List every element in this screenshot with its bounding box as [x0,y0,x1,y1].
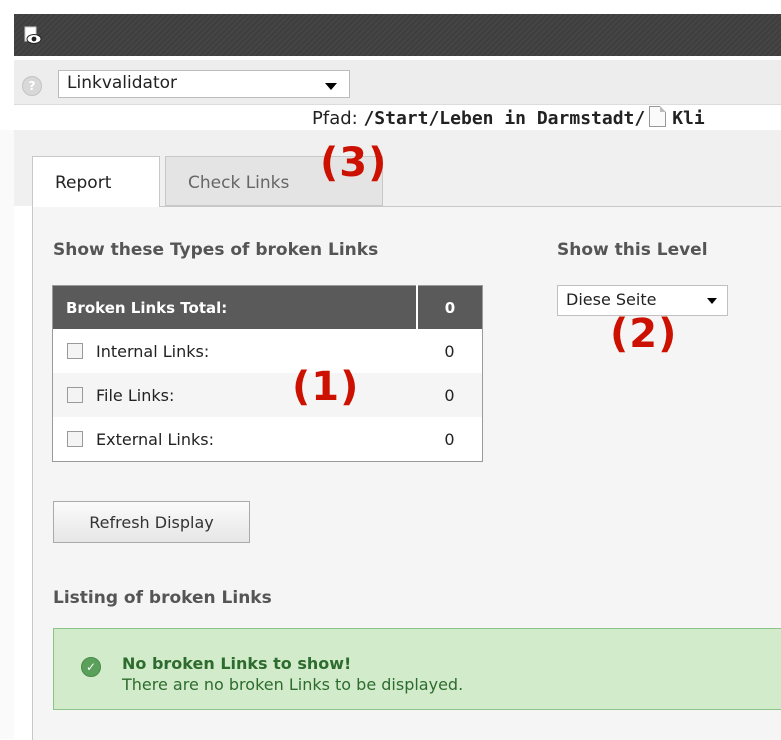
file-links-label: File Links: [96,385,175,405]
total-value: 0 [416,285,483,329]
help-icon[interactable]: ? [22,76,42,96]
external-links-checkbox[interactable] [67,430,83,447]
success-message: ✓ No broken Links to show! There are no … [53,628,781,710]
module-function-select[interactable]: Linkvalidator [58,70,350,98]
tab-report[interactable]: Report [32,156,160,207]
external-links-label: External Links: [96,429,214,449]
chevron-down-icon [325,83,337,90]
types-heading: Show these Types of broken Links [53,240,379,260]
refresh-display-button[interactable]: Refresh Display [53,501,250,543]
table-row: Internal Links: 0 [52,329,483,373]
path-page: Kli [672,108,705,129]
total-label: Broken Links Total: [52,285,417,329]
broken-links-table: Broken Links Total: 0 Internal Links: 0 … [52,285,483,462]
docheader-bar [14,14,781,56]
table-header-row: Broken Links Total: 0 [52,285,483,329]
top-bar [0,0,781,60]
breadcrumb: Pfad: /Start/Leben in Darmstadt/Kli [312,106,705,129]
check-circle-icon: ✓ [81,657,101,677]
callout-2: (2) [610,311,678,357]
message-body: There are no broken Links to be displaye… [122,675,464,694]
chevron-down-icon [707,298,717,304]
table-row: File Links: 0 [52,373,483,417]
row-file: File Links: [52,373,417,417]
tab-check-links-label: Check Links [188,173,290,193]
left-strip [0,130,14,739]
table-row: External Links: 0 [52,417,483,462]
row-external: External Links: [52,417,417,462]
page-icon [649,106,667,127]
eye-icon[interactable] [22,26,44,46]
external-links-count: 0 [417,417,483,462]
row-internal: Internal Links: [52,329,417,373]
module-function-select-value: Linkvalidator [67,73,178,93]
internal-links-count: 0 [417,329,483,373]
level-heading: Show this Level [557,240,708,260]
message-title: No broken Links to show! [122,654,352,673]
file-links-count: 0 [417,373,483,417]
callout-1: (1) [292,364,360,410]
internal-links-checkbox[interactable] [67,342,83,359]
path-label: Pfad: [312,108,358,129]
tab-report-label: Report [55,173,112,193]
path-value: /Start/Leben in Darmstadt/ [363,108,646,129]
level-select-value: Diese Seite [566,290,657,309]
listing-heading: Listing of broken Links [53,588,272,608]
callout-3: (3) [320,140,388,186]
file-links-checkbox[interactable] [67,386,83,403]
internal-links-label: Internal Links: [96,341,210,361]
